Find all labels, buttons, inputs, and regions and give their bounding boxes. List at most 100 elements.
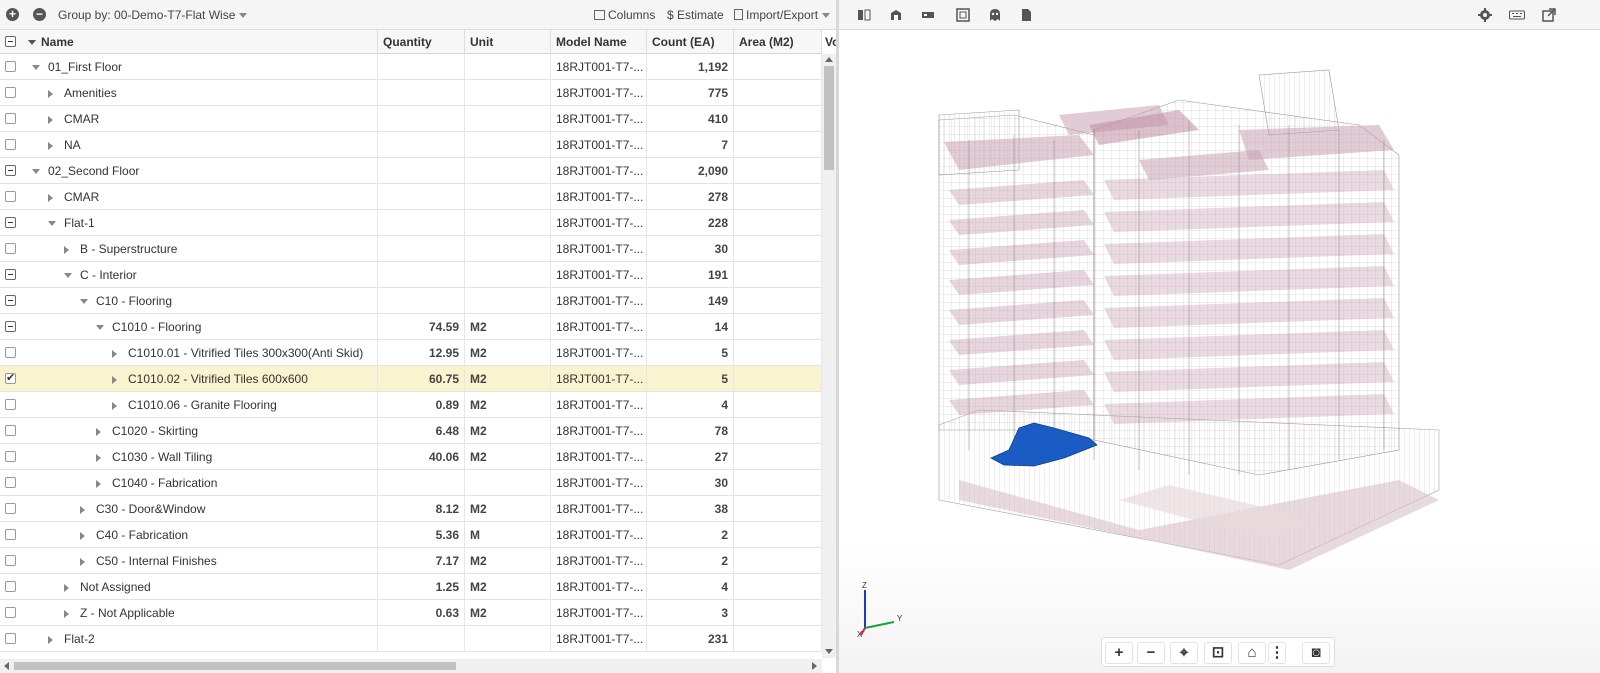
- horizontal-scrollbar[interactable]: [0, 659, 822, 673]
- table-row[interactable]: C50 - Internal Finishes 7.17 M2 18RJT001-T7…: [0, 548, 822, 574]
- scroll-up-icon[interactable]: [825, 57, 833, 62]
- popout-icon[interactable]: [1542, 8, 1556, 22]
- expand-arrow-icon[interactable]: [64, 246, 69, 254]
- row-checkbox[interactable]: [5, 295, 16, 306]
- columns-button[interactable]: Columns: [594, 8, 655, 22]
- row-checkbox[interactable]: [5, 581, 16, 592]
- row-checkbox[interactable]: [5, 87, 16, 98]
- row-checkbox[interactable]: [5, 425, 16, 436]
- row-checkbox[interactable]: [5, 191, 16, 202]
- expand-arrow-icon[interactable]: [112, 350, 117, 358]
- count-column-header[interactable]: Count (EA): [647, 30, 734, 54]
- section-icon[interactable]: [857, 8, 871, 22]
- settings-icon[interactable]: [1478, 8, 1492, 22]
- row-checkbox[interactable]: [5, 139, 16, 150]
- building-model[interactable]: [839, 30, 1600, 673]
- table-row[interactable]: CMAR 18RJT001-T7-... 278: [0, 184, 822, 210]
- name-column-header[interactable]: Name: [22, 30, 378, 54]
- collapse-all-icon[interactable]: −: [33, 8, 46, 21]
- area-column-header[interactable]: Area (M2): [734, 30, 822, 54]
- 3d-viewport[interactable]: Z Y X: [839, 30, 1600, 673]
- collapse-arrow-icon[interactable]: [64, 273, 72, 278]
- expand-arrow-icon[interactable]: [80, 532, 85, 540]
- keyboard-icon[interactable]: [1509, 8, 1525, 22]
- row-checkbox[interactable]: [5, 269, 16, 280]
- sheet-icon[interactable]: [956, 8, 970, 22]
- row-checkbox[interactable]: [5, 451, 16, 462]
- expand-all-icon[interactable]: +: [6, 8, 19, 21]
- volume-column-header[interactable]: Vo: [822, 30, 836, 54]
- expand-arrow-icon[interactable]: [64, 610, 69, 618]
- row-checkbox[interactable]: [5, 165, 16, 176]
- table-row[interactable]: C1010 - Flooring 74.59 M2 18RJT001-T7-... 14: [0, 314, 822, 340]
- table-row[interactable]: Flat-2 18RJT001-T7-... 231: [0, 626, 822, 652]
- row-checkbox[interactable]: [5, 503, 16, 514]
- row-checkbox[interactable]: [5, 399, 16, 410]
- collapse-arrow-icon[interactable]: [80, 299, 88, 304]
- expand-arrow-icon[interactable]: [48, 90, 53, 98]
- home-icon[interactable]: ⌂: [1238, 642, 1266, 664]
- center-icon[interactable]: ⌖: [1170, 642, 1198, 664]
- zoom-out-icon[interactable]: −: [1137, 642, 1165, 664]
- table-row[interactable]: C1030 - Wall Tiling 40.06 M2 18RJT001-T7-..…: [0, 444, 822, 470]
- collapse-arrow-icon[interactable]: [96, 325, 104, 330]
- more-icon[interactable]: ⋮: [1268, 642, 1286, 664]
- table-row[interactable]: Not Assigned 1.25 M2 18RJT001-T7-... 4: [0, 574, 822, 600]
- row-checkbox[interactable]: [5, 61, 16, 72]
- scroll-right-icon[interactable]: [812, 662, 817, 670]
- row-checkbox[interactable]: [5, 633, 16, 644]
- zoom-in-icon[interactable]: +: [1105, 642, 1133, 664]
- table-row[interactable]: C1010.01 - Vitrified Tiles 300x300(Anti …: [0, 340, 822, 366]
- group-by-dropdown[interactable]: Group by: 00-Demo-T7-Flat Wise: [58, 8, 248, 22]
- scroll-left-icon[interactable]: [4, 662, 9, 670]
- table-row[interactable]: C1020 - Skirting 6.48 M2 18RJT001-T7-... 78: [0, 418, 822, 444]
- row-checkbox[interactable]: [5, 113, 16, 124]
- row-checkbox[interactable]: [5, 555, 16, 566]
- expand-arrow-icon[interactable]: [96, 454, 101, 462]
- zoom-window-icon[interactable]: ⊡: [1204, 642, 1232, 664]
- row-checkbox[interactable]: [5, 371, 16, 384]
- select-all-checkbox[interactable]: [5, 36, 16, 47]
- table-row[interactable]: C - Interior 18RJT001-T7-... 191: [0, 262, 822, 288]
- expand-arrow-icon[interactable]: [80, 506, 85, 514]
- expand-arrow-icon[interactable]: [96, 428, 101, 436]
- import-export-dropdown[interactable]: Import/Export: [734, 8, 831, 22]
- expand-arrow-icon[interactable]: [96, 480, 101, 488]
- expand-arrow-icon[interactable]: [64, 584, 69, 592]
- row-checkbox[interactable]: [5, 529, 16, 540]
- ghost-icon[interactable]: [988, 8, 1002, 22]
- row-checkbox[interactable]: [5, 321, 16, 332]
- expand-arrow-icon[interactable]: [48, 194, 53, 202]
- scroll-down-icon[interactable]: [825, 649, 833, 654]
- floor-icon[interactable]: [921, 8, 935, 22]
- table-row[interactable]: Flat-1 18RJT001-T7-... 228: [0, 210, 822, 236]
- row-checkbox[interactable]: [5, 217, 16, 228]
- table-row[interactable]: Amenities 18RJT001-T7-... 775: [0, 80, 822, 106]
- estimate-button[interactable]: $ Estimate: [667, 8, 724, 22]
- row-checkbox[interactable]: [5, 347, 16, 358]
- table-row[interactable]: C1040 - Fabrication 18RJT001-T7-... 30: [0, 470, 822, 496]
- vertical-scrollbar[interactable]: [822, 54, 836, 658]
- box-icon[interactable]: [889, 8, 903, 22]
- horizontal-scroll-thumb[interactable]: [14, 662, 456, 670]
- vertical-scroll-thumb[interactable]: [824, 66, 834, 170]
- expand-arrow-icon[interactable]: [112, 402, 117, 410]
- expand-arrow-icon[interactable]: [112, 376, 117, 384]
- table-row[interactable]: C1010.06 - Granite Flooring 0.89 M2 18RJT00…: [0, 392, 822, 418]
- table-row[interactable]: Z - Not Applicable 0.63 M2 18RJT001-T7-... 3: [0, 600, 822, 626]
- expand-arrow-icon[interactable]: [80, 558, 85, 566]
- table-row[interactable]: C10 - Flooring 18RJT001-T7-... 149: [0, 288, 822, 314]
- expand-arrow-icon[interactable]: [48, 636, 53, 644]
- table-row[interactable]: 01_First Floor 18RJT001-T7-... 1,192: [0, 54, 822, 80]
- table-row[interactable]: C30 - Door&Window 8.12 M2 18RJT001-T7-... 38: [0, 496, 822, 522]
- table-row[interactable]: 02_Second Floor 18RJT001-T7-... 2,090: [0, 158, 822, 184]
- row-checkbox[interactable]: [5, 607, 16, 618]
- table-row[interactable]: NA 18RJT001-T7-... 7: [0, 132, 822, 158]
- model-name-column-header[interactable]: Model Name: [551, 30, 647, 54]
- unit-column-header[interactable]: Unit: [465, 30, 551, 54]
- row-checkbox[interactable]: [5, 477, 16, 488]
- table-row[interactable]: C1010.02 - Vitrified Tiles 600x600 60.75M…: [0, 366, 822, 392]
- expand-arrow-icon[interactable]: [48, 142, 53, 150]
- table-row[interactable]: C40 - Fabrication 5.36 M 18RJT001-T7-... 2: [0, 522, 822, 548]
- collapse-arrow-icon[interactable]: [48, 221, 56, 226]
